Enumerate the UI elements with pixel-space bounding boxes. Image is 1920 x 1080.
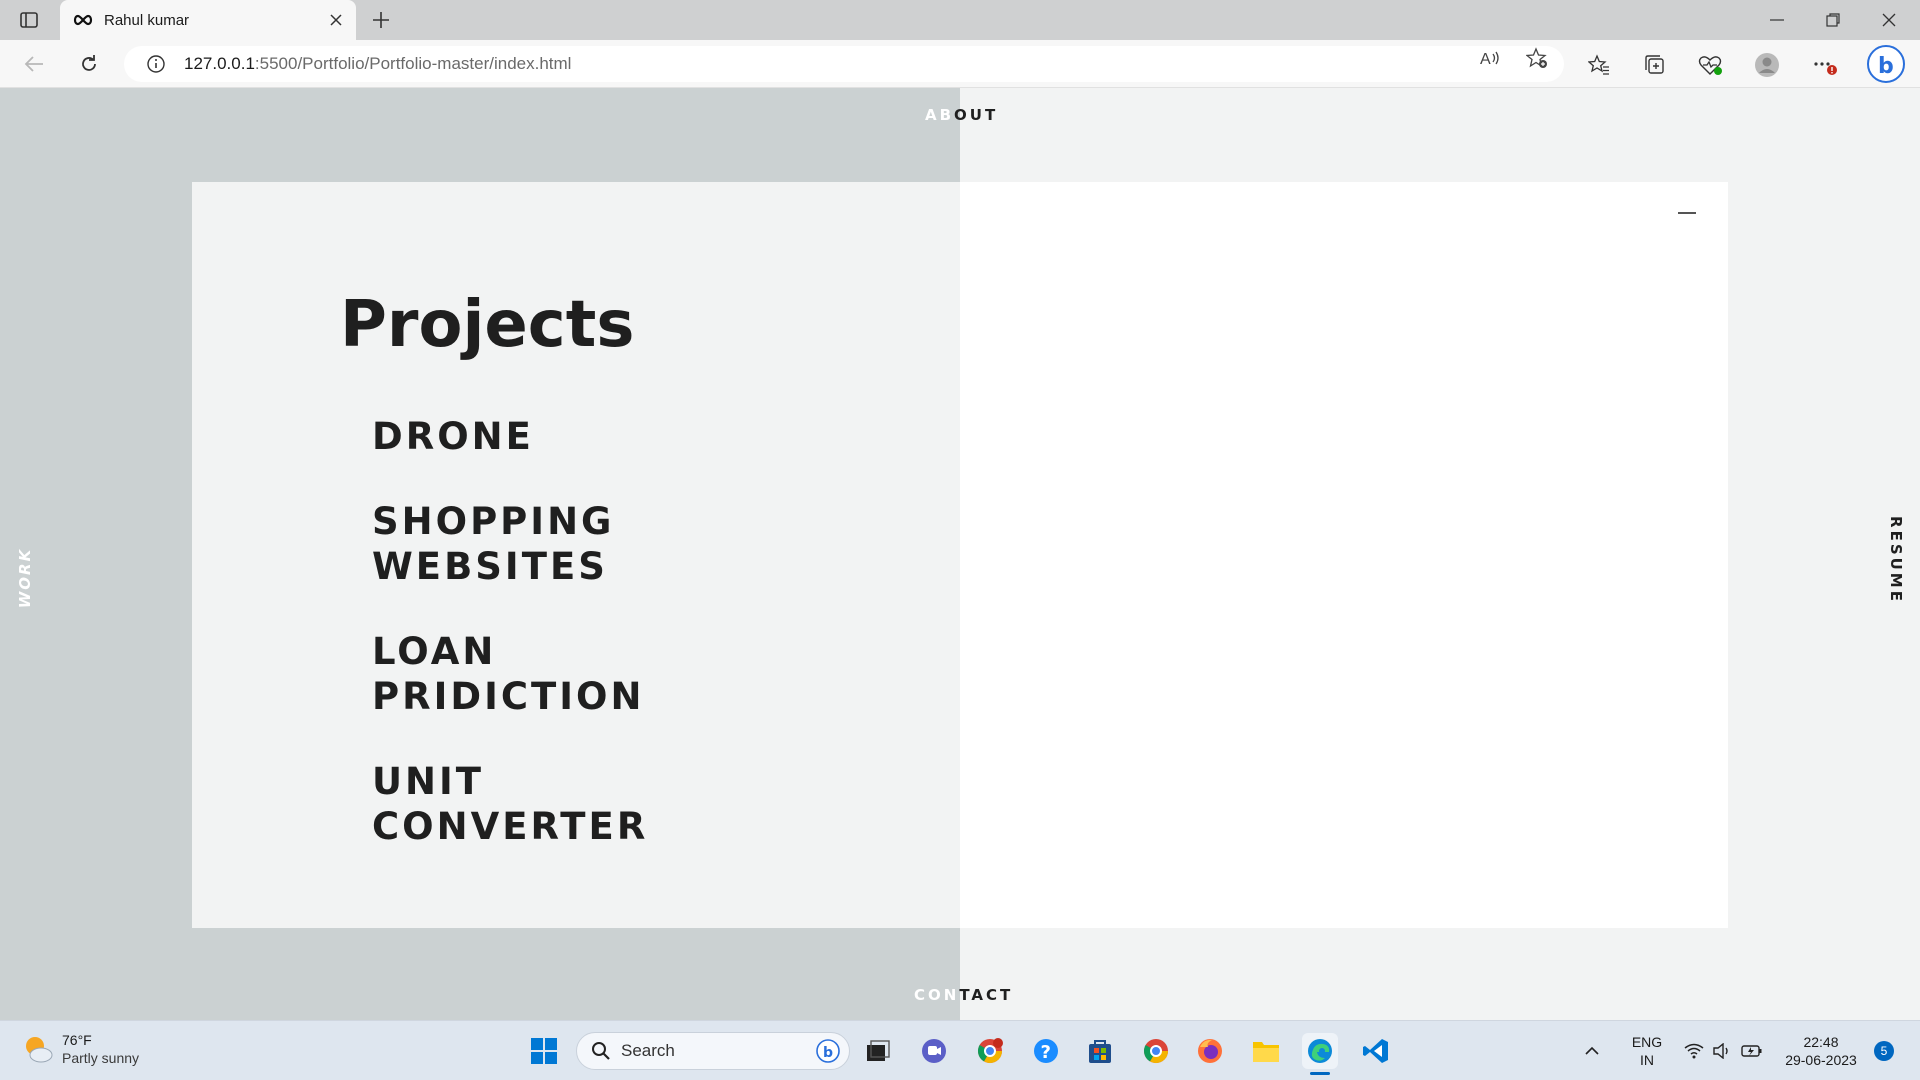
svg-text:b: b — [1878, 54, 1894, 79]
project-item-shopping-websites[interactable]: SHOPPING WEBSITES — [372, 499, 752, 589]
notification-badge[interactable]: 5 — [1874, 1041, 1894, 1061]
clock[interactable]: 22:48 29-06-2023 — [1776, 1033, 1866, 1069]
show-hidden-icons-chevron[interactable] — [1580, 1033, 1604, 1069]
nav-resume-link[interactable]: RESUME — [1886, 516, 1906, 604]
help-icon[interactable]: ? — [1028, 1033, 1064, 1069]
clock-time: 22:48 — [1803, 1034, 1839, 1050]
project-item-loan-prediction[interactable]: LOAN PRIDICTION — [372, 629, 752, 719]
wifi-icon[interactable] — [1680, 1033, 1708, 1069]
tab-strip: Rahul kumar — [0, 0, 1920, 40]
project-item-drone[interactable]: DRONE — [372, 414, 752, 459]
collections-icon[interactable] — [1642, 52, 1668, 78]
microsoft-store-icon[interactable] — [1082, 1033, 1118, 1069]
teams-chat-icon[interactable] — [916, 1033, 952, 1069]
edge-browser-icon[interactable] — [1302, 1033, 1338, 1075]
task-view-icon[interactable] — [860, 1033, 896, 1069]
infinity-favicon-icon — [73, 14, 93, 26]
site-info-icon[interactable] — [146, 54, 166, 74]
project-list: DRONE SHOPPING WEBSITES LOAN PRIDICTION UN… — [372, 414, 752, 889]
add-favorite-icon[interactable] — [1525, 46, 1549, 70]
read-aloud-icon[interactable]: A — [1478, 46, 1502, 70]
close-window-icon[interactable] — [1876, 8, 1902, 32]
profile-avatar-icon[interactable] — [1754, 52, 1780, 78]
tab-actions-icon[interactable] — [18, 10, 40, 30]
search-icon — [592, 1042, 610, 1060]
svg-text:A: A — [1480, 51, 1491, 68]
favorites-icon[interactable] — [1586, 52, 1612, 78]
active-tab[interactable]: Rahul kumar — [60, 0, 356, 40]
svg-text:b: b — [823, 1045, 833, 1061]
chrome-profile-icon[interactable] — [972, 1033, 1008, 1069]
partly-sunny-icon — [26, 1037, 53, 1063]
settings-more-icon[interactable] — [1812, 52, 1838, 78]
file-explorer-icon[interactable] — [1248, 1033, 1284, 1069]
active-app-indicator — [1310, 1072, 1330, 1075]
bing-search-icon: b — [816, 1039, 840, 1063]
nav-work-link[interactable]: WORK — [10, 548, 40, 608]
weather-condition: Partly sunny — [62, 1050, 140, 1066]
nav-contact-link[interactable]: CONTACT — [914, 986, 1013, 1004]
windows-taskbar: 76°F Partly sunny Search b ? ENG IN 22:4… — [0, 1020, 1920, 1080]
language-indicator[interactable]: ENG IN — [1630, 1033, 1664, 1069]
firefox-icon[interactable] — [1192, 1033, 1228, 1069]
menu-dash-icon[interactable] — [1678, 212, 1696, 214]
start-windows-icon[interactable] — [526, 1033, 562, 1069]
portfolio-page: ABOUT Projects DRONE SHOPPING WEBSITES LO… — [0, 88, 1920, 1020]
clock-date: 29-06-2023 — [1785, 1052, 1857, 1068]
bing-copilot-icon[interactable]: b — [1866, 44, 1906, 84]
tab-title: Rahul kumar — [104, 11, 190, 29]
search-placeholder: Search — [621, 1041, 675, 1060]
minimize-icon[interactable] — [1764, 8, 1790, 32]
tab-close-icon[interactable] — [326, 10, 346, 30]
volume-icon[interactable] — [1708, 1033, 1736, 1069]
weather-widget[interactable]: 76°F Partly sunny — [22, 1031, 139, 1067]
weather-temp: 76°F — [62, 1032, 92, 1048]
svg-text:?: ? — [1041, 1042, 1051, 1063]
project-item-unit-converter[interactable]: UNIT CONVERTER — [372, 759, 752, 849]
new-tab-icon[interactable] — [368, 8, 394, 32]
url-text: 127.0.0.1:5500/Portfolio/Portfolio-maste… — [184, 54, 572, 73]
chrome-icon[interactable] — [1138, 1033, 1174, 1069]
browser-essentials-icon[interactable] — [1697, 52, 1723, 78]
refresh-icon[interactable] — [77, 52, 101, 76]
battery-icon[interactable] — [1738, 1033, 1766, 1069]
url-field[interactable]: 127.0.0.1:5500/Portfolio/Portfolio-maste… — [124, 46, 1564, 82]
address-toolbar: 127.0.0.1:5500/Portfolio/Portfolio-maste… — [0, 40, 1920, 88]
nav-about-link[interactable]: ABOUT — [925, 106, 998, 124]
restore-icon[interactable] — [1820, 8, 1846, 32]
back-arrow-icon[interactable] — [22, 52, 46, 76]
section-title: Projects — [340, 288, 635, 362]
vscode-icon[interactable] — [1358, 1033, 1394, 1069]
taskbar-search[interactable]: Search b — [576, 1032, 850, 1070]
